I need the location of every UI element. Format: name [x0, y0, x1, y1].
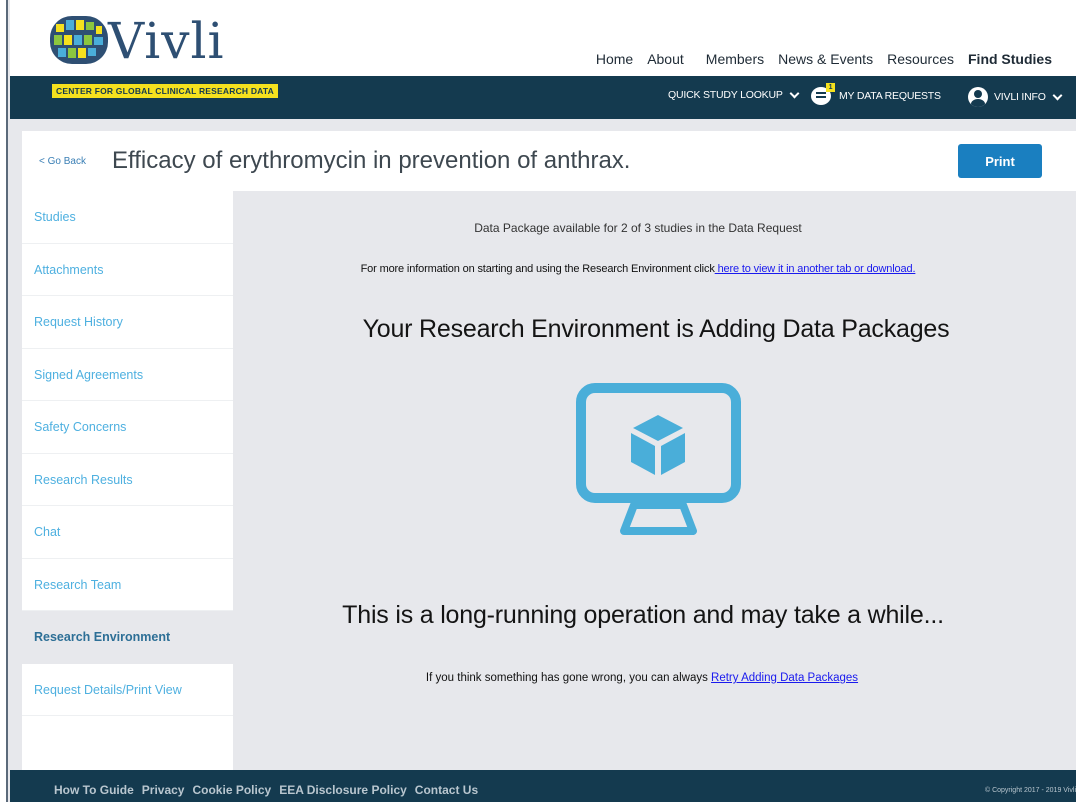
- data-package-availability: Data Package available for 2 of 3 studie…: [474, 221, 802, 235]
- footer-link-privacy[interactable]: Privacy: [142, 783, 185, 797]
- my-data-requests-link[interactable]: 1 MY DATA REQUESTS: [811, 83, 941, 105]
- quick-study-lookup-label: QUICK STUDY LOOKUP: [668, 89, 783, 101]
- sidebar-item-chat[interactable]: Chat: [22, 506, 233, 559]
- go-back-link[interactable]: < Go Back: [39, 156, 86, 167]
- header-top: Vivli Home About Members News & Events R…: [10, 0, 1076, 76]
- nav-news-events[interactable]: News & Events: [778, 51, 873, 67]
- footer-link-how-to-guide[interactable]: How To Guide: [54, 783, 134, 797]
- retry-adding-data-packages-link[interactable]: Retry Adding Data Packages: [711, 672, 858, 684]
- user-menu-dropdown[interactable]: VIVLI INFO: [968, 87, 1063, 107]
- quick-study-lookup-dropdown[interactable]: QUICK STUDY LOOKUP: [668, 88, 800, 101]
- request-sidebar: Studies Attachments Request History Sign…: [22, 191, 233, 772]
- research-environment-panel: Data Package available for 2 of 3 studie…: [233, 191, 1076, 770]
- chevron-down-icon: [789, 88, 800, 98]
- chevron-down-icon: [1052, 90, 1063, 100]
- my-data-requests-label: MY DATA REQUESTS: [839, 90, 941, 102]
- copyright: © Copyright 2017 - 2019 Vivli: [984, 787, 1076, 794]
- sidebar-item-research-team[interactable]: Research Team: [22, 558, 233, 611]
- sidebar-item-attachments[interactable]: Attachments: [22, 243, 233, 296]
- sidebar-item-signed-agreements[interactable]: Signed Agreements: [22, 348, 233, 401]
- nav-find-studies[interactable]: Find Studies: [968, 51, 1052, 67]
- request-title-bar: < Go Back Efficacy of erythromycin in pr…: [22, 131, 1076, 191]
- footer-link-cookie-policy[interactable]: Cookie Policy: [192, 783, 271, 797]
- research-environment-guide-link[interactable]: here to view it in another tab or downlo…: [715, 263, 916, 275]
- retry-message: If you think something has gone wrong, y…: [233, 672, 1051, 684]
- print-button[interactable]: Print: [958, 144, 1042, 178]
- sidebar-item-research-environment[interactable]: Research Environment: [22, 611, 233, 664]
- nav-about[interactable]: About: [647, 51, 684, 67]
- sidebar-item-request-details-print-view[interactable]: Request Details/Print View: [22, 663, 233, 716]
- user-menu-label: VIVLI INFO: [994, 91, 1046, 103]
- data-requests-badge: 1: [826, 83, 835, 92]
- sidebar-filler: [22, 716, 233, 772]
- top-navigation: Home About Members News & Events Resourc…: [596, 51, 1052, 67]
- research-environment-info: For more information on starting and usi…: [233, 263, 1043, 275]
- footer-links: How To Guide Privacy Cookie Policy EEA D…: [54, 783, 478, 797]
- header-navbar: CENTER FOR GLOBAL CLINICAL RESEARCH DATA…: [10, 76, 1076, 119]
- footer: How To Guide Privacy Cookie Policy EEA D…: [10, 770, 1076, 802]
- logo-wordmark: Vivli: [108, 12, 225, 70]
- status-heading: Your Research Environment is Adding Data…: [362, 315, 950, 343]
- nav-members[interactable]: Members: [706, 51, 764, 67]
- sidebar-item-safety-concerns[interactable]: Safety Concerns: [22, 401, 233, 454]
- sidebar-item-request-history[interactable]: Request History: [22, 296, 233, 349]
- retry-text: If you think something has gone wrong, y…: [425, 672, 712, 684]
- nav-resources[interactable]: Resources: [887, 51, 954, 67]
- monitor-cube-icon: [576, 383, 741, 535]
- logo-tagline: CENTER FOR GLOBAL CLINICAL RESEARCH DATA: [52, 84, 278, 98]
- window-left-edge: [0, 0, 8, 802]
- vivli-logo[interactable]: Vivli: [50, 12, 250, 74]
- data-requests-icon: 1: [811, 83, 835, 105]
- sidebar-item-studies[interactable]: Studies: [22, 191, 233, 244]
- logo-mosaic-icon: [50, 16, 108, 64]
- page-title: Efficacy of erythromycin in prevention o…: [112, 147, 631, 174]
- info-text: For more information on starting and usi…: [360, 263, 715, 275]
- sidebar-item-research-results[interactable]: Research Results: [22, 453, 233, 506]
- nav-home[interactable]: Home: [596, 51, 633, 67]
- user-avatar-icon: [968, 87, 988, 107]
- long-running-notice: This is a long-running operation and may…: [342, 601, 944, 629]
- footer-link-eea-disclosure-policy[interactable]: EEA Disclosure Policy: [279, 783, 407, 797]
- footer-link-contact-us[interactable]: Contact Us: [415, 783, 478, 797]
